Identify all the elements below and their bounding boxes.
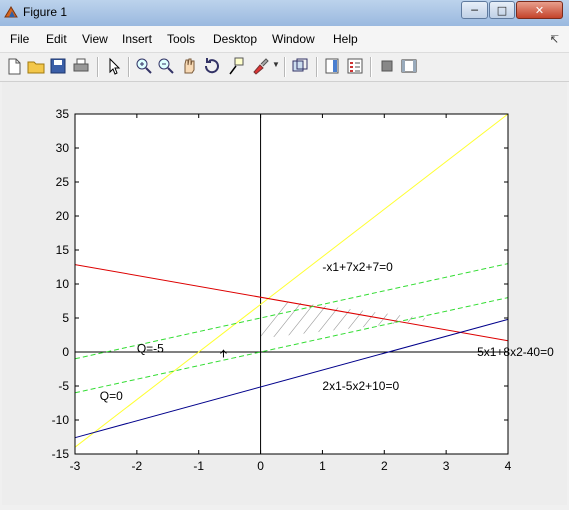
x-tick-label: 4	[505, 459, 512, 473]
plot-area	[75, 114, 508, 454]
menu-desktop[interactable]: Desktop	[213, 32, 257, 46]
y-tick-label: 20	[56, 209, 70, 223]
y-tick-label: 5	[62, 311, 69, 325]
x-tick-label: -1	[193, 459, 204, 473]
menu-help[interactable]: Help	[333, 32, 358, 46]
annotation-label: 5x1+8x2-40=0	[477, 345, 554, 359]
toolbar-separator	[128, 57, 130, 77]
zoom-in-icon[interactable]	[134, 56, 154, 76]
dock-arrow-icon[interactable]: ↸	[550, 33, 559, 46]
link-plot-icon[interactable]	[290, 56, 310, 76]
annotation-label: -x1+7x2+7=0	[322, 260, 393, 274]
toolbar-separator	[284, 57, 286, 77]
y-tick-label: 30	[56, 141, 70, 155]
x-tick-label: 1	[319, 459, 326, 473]
hide-plot-tools-icon[interactable]	[377, 56, 397, 76]
toolbar-separator	[316, 57, 318, 77]
legend-icon[interactable]	[345, 56, 365, 76]
toolbar-separator	[97, 57, 99, 77]
x-tick-label: 2	[381, 459, 388, 473]
maximize-icon: □	[496, 3, 508, 17]
menu-insert[interactable]: Insert	[122, 32, 152, 46]
maximize-button[interactable]: □	[489, 1, 515, 19]
y-tick-label: 35	[56, 107, 70, 121]
brush-icon[interactable]	[250, 56, 270, 76]
rotate-3d-icon[interactable]	[202, 56, 222, 76]
minimize-icon: ─	[471, 3, 478, 17]
y-tick-label: 0	[62, 345, 69, 359]
colorbar-icon[interactable]	[322, 56, 342, 76]
annotation-label: 2x1-5x2+10=0	[322, 379, 399, 393]
menu-window[interactable]: Window	[272, 32, 315, 46]
y-tick-label: 25	[56, 175, 70, 189]
x-tick-label: -3	[70, 459, 81, 473]
zoom-out-icon[interactable]	[156, 56, 176, 76]
x-tick-label: 0	[257, 459, 264, 473]
figure-window: Figure 1 ─ □ ✕ File Edit View Insert Too…	[0, 0, 569, 507]
menu-bar: File Edit View Insert Tools Desktop Wind…	[0, 26, 569, 53]
annotation-label: Q=0	[100, 389, 123, 403]
data-cursor-icon[interactable]	[226, 56, 246, 76]
annotation-label: Q=-5	[137, 342, 164, 356]
figure-toolbar: ▼	[0, 53, 569, 82]
brush-dropdown-icon[interactable]: ▼	[272, 60, 280, 69]
y-tick-label: -10	[52, 413, 70, 427]
menu-tools[interactable]: Tools	[167, 32, 195, 46]
print-icon[interactable]	[71, 56, 91, 76]
y-tick-label: 15	[56, 243, 70, 257]
x-tick-label: 3	[443, 459, 450, 473]
menu-edit[interactable]: Edit	[46, 32, 67, 46]
title-bar[interactable]: Figure 1 ─ □ ✕	[0, 0, 569, 26]
y-tick-label: -15	[52, 447, 70, 461]
figure-canvas: -3 -2 -1 0 1 2 3 4 35 30 25 20 15 10 5 0 -5 -10 -15 -x1+7x2…	[2, 82, 567, 505]
axes[interactable]: -3 -2 -1 0 1 2 3 435302520151050-5-10-15-x1+7x2…	[52, 107, 554, 473]
close-icon: ✕	[534, 3, 545, 17]
show-plot-tools-icon[interactable]	[399, 56, 419, 76]
close-button[interactable]: ✕	[516, 1, 563, 19]
plot-svg[interactable]: -3 -2 -1 0 1 2 3 435302520151050-5-10-15-x1+7x2…	[2, 82, 567, 505]
menu-file[interactable]: File	[10, 32, 29, 46]
window-title: Figure 1	[23, 5, 68, 19]
menu-view[interactable]: View	[82, 32, 108, 46]
pan-icon[interactable]	[179, 56, 199, 76]
y-tick-label: 10	[56, 277, 70, 291]
new-figure-icon[interactable]	[4, 56, 24, 76]
save-icon[interactable]	[48, 56, 68, 76]
open-file-icon[interactable]	[26, 56, 46, 76]
toolbar-separator	[370, 57, 372, 77]
x-tick-label: -2	[132, 459, 143, 473]
pointer-icon[interactable]	[104, 56, 124, 76]
minimize-button[interactable]: ─	[461, 1, 488, 19]
y-tick-label: -5	[58, 379, 69, 393]
matlab-figure-icon	[4, 6, 18, 18]
